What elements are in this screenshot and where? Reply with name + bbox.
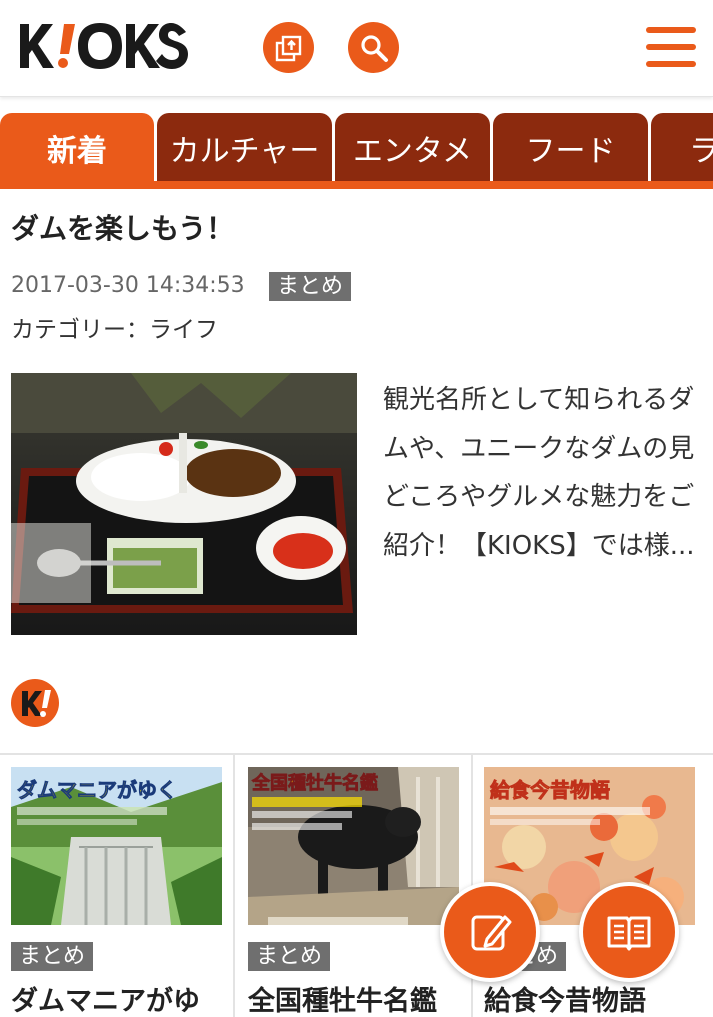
tab-culture[interactable]: カルチャー — [157, 113, 332, 183]
tab-partial[interactable]: ラ — [651, 113, 713, 183]
read-button[interactable] — [579, 882, 679, 982]
tab-food[interactable]: フード — [493, 113, 648, 183]
card-title[interactable]: ダムマニアがゆ — [11, 979, 223, 1017]
card-thumbnail-dam[interactable]: ダムマニアがゆく — [11, 767, 222, 925]
article-thumbnail[interactable] — [11, 373, 357, 635]
card-title[interactable]: 全国種牡牛名鑑 — [248, 979, 460, 1017]
card-thumbnail-bull[interactable]: 全国種牡牛名鑑 — [248, 767, 459, 925]
card-image-caption: 給食今昔物語 — [490, 778, 610, 802]
app-header — [0, 0, 713, 97]
tab-entertainment[interactable]: エンタメ — [335, 113, 490, 183]
kioks-author-icon — [11, 679, 59, 727]
card-badge: まとめ — [11, 942, 94, 971]
article-date: 2017-03-30 14:34:53 — [11, 273, 245, 298]
card-title[interactable]: 給食今昔物語 — [484, 979, 704, 1017]
article-category: カテゴリー：ライフ — [11, 317, 218, 343]
card-separator — [233, 755, 235, 1017]
kioks-logo[interactable] — [18, 20, 190, 72]
book-icon — [607, 916, 651, 951]
edit-icon — [471, 915, 512, 951]
cards-divider — [0, 753, 713, 755]
tabs-underline — [0, 181, 713, 189]
card-badge: まとめ — [248, 942, 331, 971]
share-icon — [275, 35, 301, 61]
article-badge: まとめ — [269, 272, 352, 301]
logo-mark — [20, 23, 188, 69]
search-button[interactable] — [348, 22, 399, 73]
search-icon — [360, 34, 388, 62]
card-image-caption: ダムマニアがゆく — [17, 778, 177, 802]
write-button[interactable] — [440, 882, 540, 982]
tab-new[interactable]: 新着 — [0, 113, 154, 183]
category-tabs: 新着 カルチャー エンタメ フード ラ — [0, 113, 713, 189]
card-image-caption: 全国種牡牛名鑑 — [251, 772, 378, 794]
hamburger-menu-icon[interactable] — [646, 27, 696, 67]
share-button[interactable] — [263, 22, 314, 73]
article-excerpt: 観光名所として知られるダムや、ユニークなダムの見どころやグルメな魅力をご紹介！【… — [383, 385, 695, 561]
article-title[interactable]: ダムを楽しもう！ — [11, 207, 234, 247]
